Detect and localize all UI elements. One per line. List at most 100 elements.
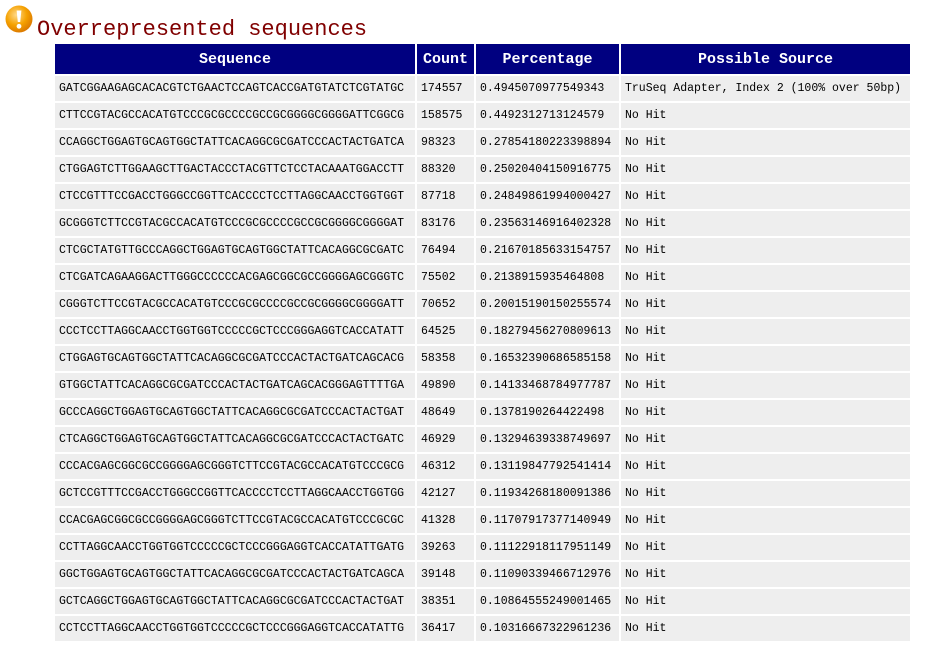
overrepresented-sequences-table: Sequence Count Percentage Possible Sourc…: [53, 42, 912, 643]
source-cell: No Hit: [621, 319, 910, 344]
source-cell: No Hit: [621, 454, 910, 479]
table-row: CGGGTCTTCCGTACGCCACATGTCCCGCGCCCCGCCGCGG…: [55, 292, 910, 317]
sequence-cell: CCTTAGGCAACCTGGTGGTCCCCCGCTCCCGGGAGGTCAC…: [55, 535, 415, 560]
table-row: CCTCCTTAGGCAACCTGGTGGTCCCCCGCTCCCGGGAGGT…: [55, 616, 910, 641]
percentage-cell: 0.20015190150255574: [476, 292, 619, 317]
sequence-cell: CCTCCTTAGGCAACCTGGTGGTCCCCCGCTCCCGGGAGGT…: [55, 616, 415, 641]
count-cell: 42127: [417, 481, 474, 506]
table-row: CCACGAGCGGCGCCGGGGAGCGGGTCTTCCGTACGCCACA…: [55, 508, 910, 533]
table-row: CCCACGAGCGGCGCCGGGGAGCGGGTCTTCCGTACGCCAC…: [55, 454, 910, 479]
percentage-cell: 0.1378190264422498: [476, 400, 619, 425]
percentage-cell: 0.2138915935464808: [476, 265, 619, 290]
source-cell: No Hit: [621, 427, 910, 452]
count-cell: 39263: [417, 535, 474, 560]
source-cell: No Hit: [621, 103, 910, 128]
warning-icon: [5, 5, 33, 33]
percentage-cell: 0.11934268180091386: [476, 481, 619, 506]
source-cell: No Hit: [621, 184, 910, 209]
sequence-cell: GCTCCGTTTCCGACCTGGGCCGGTTCACCCCTCCTTAGGC…: [55, 481, 415, 506]
section-title: Overrepresented sequences: [37, 17, 368, 42]
source-cell: No Hit: [621, 562, 910, 587]
table-row: GGCTGGAGTGCAGTGGCTATTCACAGGCGCGATCCCACTA…: [55, 562, 910, 587]
column-header-count: Count: [417, 44, 474, 74]
count-cell: 83176: [417, 211, 474, 236]
table-row: CTTCCGTACGCCACATGTCCCGCGCCCCGCCGCGGGGCGG…: [55, 103, 910, 128]
percentage-cell: 0.11707917377140949: [476, 508, 619, 533]
percentage-cell: 0.23563146916402328: [476, 211, 619, 236]
sequence-cell: CTCAGGCTGGAGTGCAGTGGCTATTCACAGGCGCGATCCC…: [55, 427, 415, 452]
source-cell: No Hit: [621, 373, 910, 398]
table-row: CTCAGGCTGGAGTGCAGTGGCTATTCACAGGCGCGATCCC…: [55, 427, 910, 452]
source-cell: TruSeq Adapter, Index 2 (100% over 50bp): [621, 76, 910, 101]
sequence-cell: CTCGATCAGAAGGACTTGGGCCCCCCACGAGCGGCGCCGG…: [55, 265, 415, 290]
table-row: CCTTAGGCAACCTGGTGGTCCCCCGCTCCCGGGAGGTCAC…: [55, 535, 910, 560]
table-row: CTCGCTATGTTGCCCAGGCTGGAGTGCAGTGGCTATTCAC…: [55, 238, 910, 263]
count-cell: 98323: [417, 130, 474, 155]
percentage-cell: 0.10316667322961236: [476, 616, 619, 641]
count-cell: 38351: [417, 589, 474, 614]
source-cell: No Hit: [621, 130, 910, 155]
table-row: GCGGGTCTTCCGTACGCCACATGTCCCGCGCCCCGCCGCG…: [55, 211, 910, 236]
column-header-sequence: Sequence: [55, 44, 415, 74]
count-cell: 76494: [417, 238, 474, 263]
percentage-cell: 0.21670185633154757: [476, 238, 619, 263]
column-header-possible-source: Possible Source: [621, 44, 910, 74]
table-row: CTCGATCAGAAGGACTTGGGCCCCCCACGAGCGGCGCCGG…: [55, 265, 910, 290]
source-cell: No Hit: [621, 589, 910, 614]
source-cell: No Hit: [621, 508, 910, 533]
table-row: CCAGGCTGGAGTGCAGTGGCTATTCACAGGCGCGATCCCA…: [55, 130, 910, 155]
percentage-cell: 0.14133468784977787: [476, 373, 619, 398]
table-row: GCTCAGGCTGGAGTGCAGTGGCTATTCACAGGCGCGATCC…: [55, 589, 910, 614]
sequence-cell: CTCCGTTTCCGACCTGGGCCGGTTCACCCCTCCTTAGGCA…: [55, 184, 415, 209]
percentage-cell: 0.18279456270809613: [476, 319, 619, 344]
count-cell: 46312: [417, 454, 474, 479]
count-cell: 64525: [417, 319, 474, 344]
percentage-cell: 0.11090339466712976: [476, 562, 619, 587]
percentage-cell: 0.24849861994000427: [476, 184, 619, 209]
count-cell: 36417: [417, 616, 474, 641]
table-row: CTCCGTTTCCGACCTGGGCCGGTTCACCCCTCCTTAGGCA…: [55, 184, 910, 209]
sequence-cell: GGCTGGAGTGCAGTGGCTATTCACAGGCGCGATCCCACTA…: [55, 562, 415, 587]
source-cell: No Hit: [621, 535, 910, 560]
table-row: CTGGAGTGCAGTGGCTATTCACAGGCGCGATCCCACTACT…: [55, 346, 910, 371]
sequence-cell: GCGGGTCTTCCGTACGCCACATGTCCCGCGCCCCGCCGCG…: [55, 211, 415, 236]
sequence-cell: GCCCAGGCTGGAGTGCAGTGGCTATTCACAGGCGCGATCC…: [55, 400, 415, 425]
count-cell: 70652: [417, 292, 474, 317]
table-row: CCCTCCTTAGGCAACCTGGTGGTCCCCCGCTCCCGGGAGG…: [55, 319, 910, 344]
section-heading: Overrepresented sequences: [0, 0, 935, 42]
table-row: GCTCCGTTTCCGACCTGGGCCGGTTCACCCCTCCTTAGGC…: [55, 481, 910, 506]
source-cell: No Hit: [621, 400, 910, 425]
sequence-cell: CCCACGAGCGGCGCCGGGGAGCGGGTCTTCCGTACGCCAC…: [55, 454, 415, 479]
percentage-cell: 0.13119847792541414: [476, 454, 619, 479]
percentage-cell: 0.4492312713124579: [476, 103, 619, 128]
percentage-cell: 0.13294639338749697: [476, 427, 619, 452]
count-cell: 87718: [417, 184, 474, 209]
source-cell: No Hit: [621, 346, 910, 371]
percentage-cell: 0.4945070977549343: [476, 76, 619, 101]
source-cell: No Hit: [621, 211, 910, 236]
percentage-cell: 0.11122918117951149: [476, 535, 619, 560]
column-header-percentage: Percentage: [476, 44, 619, 74]
sequence-cell: CTGGAGTCTTGGAAGCTTGACTACCCTACGTTCTCCTACA…: [55, 157, 415, 182]
sequence-cell: CGGGTCTTCCGTACGCCACATGTCCCGCGCCCCGCCGCGG…: [55, 292, 415, 317]
source-cell: No Hit: [621, 292, 910, 317]
count-cell: 58358: [417, 346, 474, 371]
count-cell: 48649: [417, 400, 474, 425]
count-cell: 174557: [417, 76, 474, 101]
sequence-cell: CTTCCGTACGCCACATGTCCCGCGCCCCGCCGCGGGGCGG…: [55, 103, 415, 128]
sequence-cell: GTGGCTATTCACAGGCGCGATCCCACTACTGATCAGCACG…: [55, 373, 415, 398]
sequence-cell: CCAGGCTGGAGTGCAGTGGCTATTCACAGGCGCGATCCCA…: [55, 130, 415, 155]
source-cell: No Hit: [621, 238, 910, 263]
table-row: CTGGAGTCTTGGAAGCTTGACTACCCTACGTTCTCCTACA…: [55, 157, 910, 182]
count-cell: 158575: [417, 103, 474, 128]
percentage-cell: 0.27854180223398894: [476, 130, 619, 155]
percentage-cell: 0.16532390686585158: [476, 346, 619, 371]
table-row: GTGGCTATTCACAGGCGCGATCCCACTACTGATCAGCACG…: [55, 373, 910, 398]
count-cell: 41328: [417, 508, 474, 533]
sequence-cell: CCACGAGCGGCGCCGGGGAGCGGGTCTTCCGTACGCCACA…: [55, 508, 415, 533]
table-row: GCCCAGGCTGGAGTGCAGTGGCTATTCACAGGCGCGATCC…: [55, 400, 910, 425]
sequence-cell: CCCTCCTTAGGCAACCTGGTGGTCCCCCGCTCCCGGGAGG…: [55, 319, 415, 344]
percentage-cell: 0.25020404150916775: [476, 157, 619, 182]
count-cell: 39148: [417, 562, 474, 587]
count-cell: 75502: [417, 265, 474, 290]
